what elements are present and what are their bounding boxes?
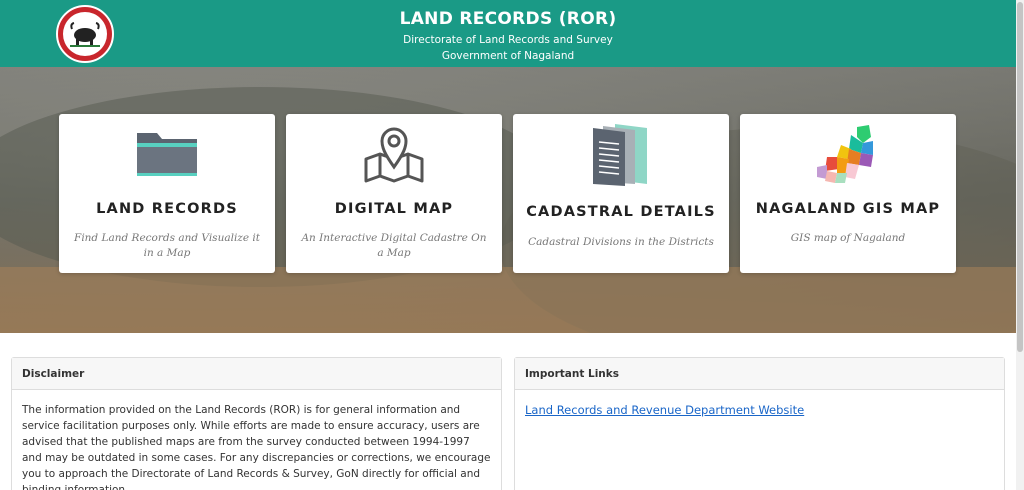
- folder-icon: [59, 122, 275, 186]
- card-title: NAGALAND GIS MAP: [755, 201, 941, 217]
- card-title: DIGITAL MAP: [334, 201, 454, 217]
- card-land-records[interactable]: LAND RECORDS Find Land Records and Visua…: [59, 114, 275, 273]
- page-scrollbar[interactable]: [1016, 0, 1024, 490]
- scrollbar-thumb[interactable]: [1017, 2, 1023, 352]
- card-digital-map[interactable]: DIGITAL MAP An Interactive Digital Cadas…: [286, 114, 502, 273]
- site-header: LAND RECORDS (ROR) Directorate of Land R…: [0, 0, 1016, 67]
- important-links-panel: Important Links Land Records and Revenue…: [514, 357, 1005, 490]
- important-links-heading: Important Links: [515, 358, 1004, 390]
- documents-icon: [513, 118, 729, 190]
- link-land-records-revenue-website[interactable]: Land Records and Revenue Department Webs…: [525, 403, 804, 417]
- header-subtitle-government: Government of Nagaland: [441, 50, 575, 62]
- card-title: CADASTRAL DETAILS: [526, 204, 716, 220]
- card-description: GIS map of Nagaland: [790, 232, 906, 244]
- header-subtitle-directorate: Directorate of Land Records and Survey: [403, 34, 613, 46]
- disclaimer-panel: Disclaimer The information provided on t…: [11, 357, 502, 490]
- card-nagaland-gis-map[interactable]: NAGALAND GIS MAP GIS map of Nagaland: [740, 114, 956, 273]
- disclaimer-text: The information provided on the Land Rec…: [22, 404, 491, 490]
- disclaimer-heading: Disclaimer: [12, 358, 501, 390]
- map-pin-icon: [286, 122, 502, 186]
- gis-map-icon: [740, 122, 956, 186]
- card-cadastral-details[interactable]: CADASTRAL DETAILS Cadastral Divisions in…: [513, 114, 729, 273]
- card-description: Find Land Records and Visualize it in a …: [74, 232, 260, 259]
- card-description: An Interactive Digital Cadastre On a Map: [301, 232, 487, 259]
- card-description: Cadastral Divisions in the Districts: [528, 236, 714, 248]
- page-title: LAND RECORDS (ROR): [399, 9, 617, 29]
- card-title: LAND RECORDS: [96, 201, 238, 217]
